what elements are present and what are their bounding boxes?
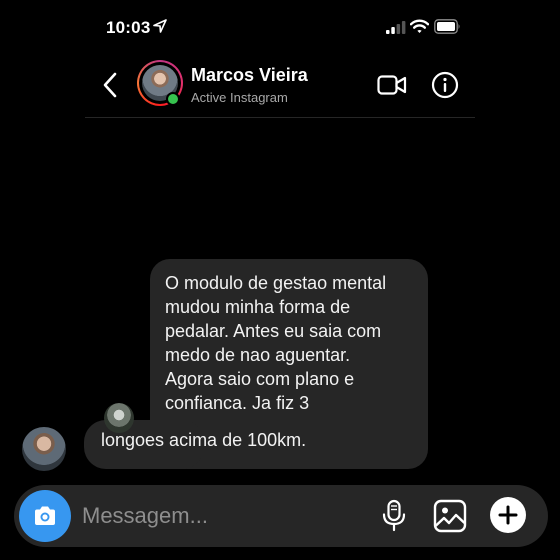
online-indicator <box>166 92 180 106</box>
info-icon[interactable] <box>431 71 459 99</box>
contact-status: Active Instagram <box>191 90 288 105</box>
battery-icon <box>434 19 460 34</box>
message-line: longoes acima de 100km. <box>101 430 307 450</box>
microphone-icon[interactable] <box>381 499 407 533</box>
message-input[interactable] <box>82 500 362 532</box>
camera-icon <box>35 506 55 525</box>
message-line: pedalar. Antes eu saia com <box>165 321 382 341</box>
camera-button[interactable] <box>19 490 71 542</box>
gallery-icon[interactable] <box>433 499 467 533</box>
message-line: confianca. Ja fiz 3 <box>165 393 310 413</box>
chat-header: Marcos Vieira Active Instagram <box>0 56 560 116</box>
plus-button[interactable] <box>490 497 526 533</box>
plus-icon <box>498 505 518 525</box>
status-bar: 10:03 <box>0 0 560 56</box>
message-line: medo de nao aguentar. <box>165 345 351 365</box>
video-call-icon[interactable] <box>377 73 407 97</box>
message-line: Agora saio com plano e <box>165 369 355 389</box>
chevron-left-icon[interactable] <box>100 71 120 99</box>
message-line: O modulo de gestao mental <box>165 273 387 293</box>
message-text: O modulo de gestao mental mudou minha fo… <box>165 271 425 415</box>
header-divider <box>85 117 475 118</box>
status-time: 10:03 <box>106 18 151 37</box>
sender-avatar[interactable] <box>22 427 66 471</box>
wifi-icon <box>410 19 429 33</box>
contact-name[interactable]: Marcos Vieira <box>191 65 308 86</box>
location-arrow-icon <box>153 19 167 33</box>
message-line: mudou minha forma de <box>165 297 351 317</box>
cellular-signal-icon <box>386 21 406 34</box>
